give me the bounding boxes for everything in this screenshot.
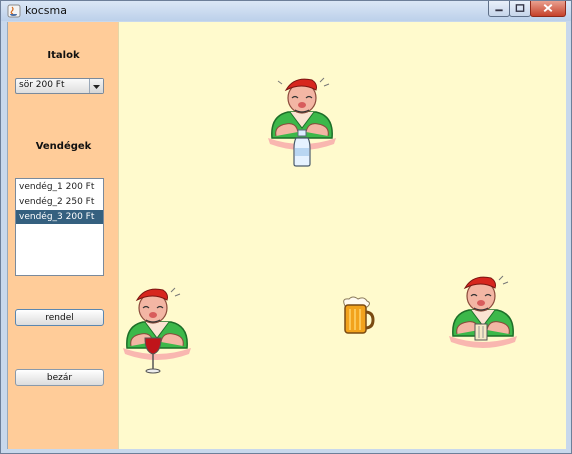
window-title: kocsma	[25, 4, 67, 17]
minimize-icon	[495, 9, 503, 12]
order-button[interactable]: rendel	[15, 309, 104, 326]
drink-select-value: sör 200 Ft	[19, 80, 65, 90]
java-app-icon	[7, 4, 21, 18]
guest-with-wine	[123, 287, 191, 374]
guest-list[interactable]: vendég_1 200 Ft vendég_2 250 Ft vendég_3…	[15, 178, 104, 276]
close-icon	[543, 4, 553, 13]
control-panel: Italok sör 200 Ft Vendégek vendég_1 200 …	[7, 22, 118, 449]
app-window: kocsma Italok sör 200 Ft Vendégek vendég…	[0, 0, 572, 454]
title-bar: kocsma	[1, 1, 571, 21]
close-window-button[interactable]	[530, 1, 566, 17]
close-app-button[interactable]: bezár	[15, 369, 104, 386]
maximize-button[interactable]	[509, 1, 531, 17]
maximize-icon	[515, 4, 525, 12]
beer-mug-icon	[343, 296, 375, 334]
drinks-heading: Italok	[47, 50, 80, 61]
guests-heading: Vendégek	[35, 141, 92, 152]
beer-glass-icon	[474, 323, 488, 341]
drink-select[interactable]: sör 200 Ft	[15, 78, 104, 94]
pub-scene	[118, 22, 566, 449]
minimize-button[interactable]	[488, 1, 510, 17]
list-item[interactable]: vendég_2 250 Ft	[16, 195, 103, 209]
list-item[interactable]: vendég_1 200 Ft	[16, 180, 103, 194]
list-item-selected[interactable]: vendég_3 200 Ft	[16, 210, 103, 224]
guest-with-beer-glass	[449, 275, 517, 348]
dropdown-arrow-icon[interactable]	[89, 79, 103, 93]
guest-with-water	[268, 77, 336, 167]
